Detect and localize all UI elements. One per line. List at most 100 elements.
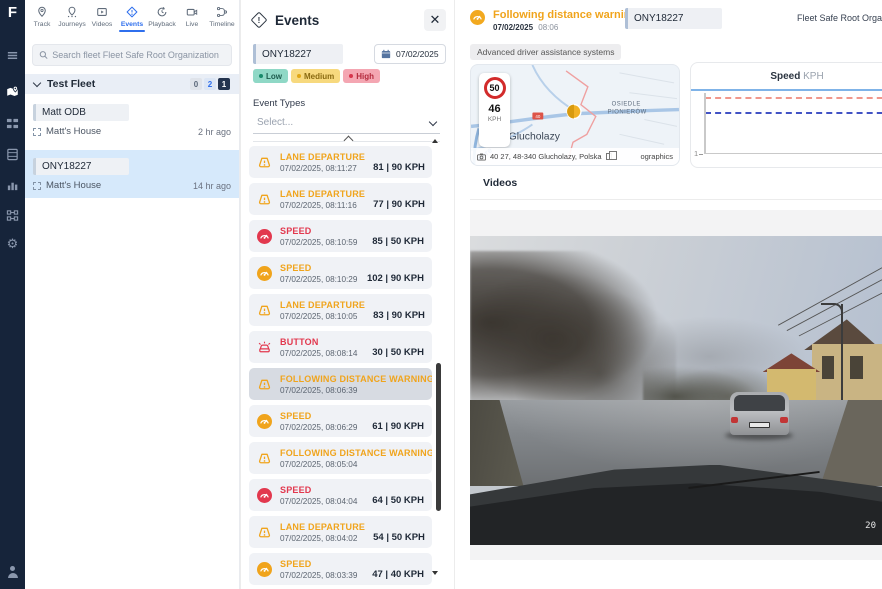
detail-event-datetime: 07/02/2025 08:06 <box>493 23 558 32</box>
events-icon: ! <box>251 12 268 29</box>
tab-events[interactable]: Events <box>117 4 147 32</box>
calendar-icon <box>381 49 391 59</box>
fleet-group-header[interactable]: Test Fleet 021 <box>25 74 239 94</box>
app-root: F ⚙ Track JourneysVideosEventsPlaybackLiv… <box>0 0 882 589</box>
video-player-area[interactable]: 20 <box>470 210 882 560</box>
severity-dot-icon <box>297 74 301 78</box>
speed-chart: Speed KPH 1 <box>690 62 882 168</box>
grid-icon[interactable] <box>6 116 20 130</box>
event-list-item[interactable]: SPEED07/02/2025, 08:03:3947 | 40 KPH <box>249 553 432 585</box>
vehicle-name: Matt ODB <box>33 104 129 121</box>
chevron-down-icon <box>429 117 437 125</box>
menu-icon[interactable] <box>6 48 20 62</box>
gear-icon[interactable]: ⚙ <box>6 236 20 250</box>
event-list-item[interactable]: LANE DEPARTURE07/02/2025, 08:11:1677 | 9… <box>249 183 432 215</box>
geofence-icon <box>33 128 41 136</box>
track-icon <box>36 6 48 20</box>
event-title: LANE DEPARTURE <box>280 522 365 532</box>
vehicle-location: Matt's House <box>46 126 101 137</box>
tab-label: Track <box>34 21 51 28</box>
copy-icon[interactable] <box>606 153 612 160</box>
event-list-item[interactable]: BUTTON 07/02/2025, 08:08:14 30 | 50 KPH <box>249 331 432 363</box>
event-title: SPEED <box>280 485 357 495</box>
event-list-item[interactable]: SPEED07/02/2025, 08:10:29102 | 90 KPH <box>249 257 432 289</box>
event-speed-value: 54 | 50 KPH <box>373 532 425 545</box>
event-datetime: 07/02/2025, 08:08:14 <box>280 349 357 358</box>
event-list-item[interactable]: LANE DEPARTURE07/02/2025, 08:04:0254 | 5… <box>249 516 432 548</box>
speedometer-icon <box>470 10 485 30</box>
event-list-item[interactable]: SPEED07/02/2025, 08:06:2961 | 90 KPH <box>249 405 432 437</box>
event-map[interactable]: 40 Glucholazy OSIEDLE PIONIERÓW here 50 … <box>470 64 680 166</box>
speed-info-box: 50 46 KPH <box>479 73 510 147</box>
tab-track[interactable]: Track <box>27 4 57 32</box>
event-datetime: 07/02/2025, 08:05:04 <box>280 460 432 469</box>
event-speed-value: 102 | 90 KPH <box>367 273 424 286</box>
dashcam-video-frame[interactable]: 20 <box>470 236 882 545</box>
chart-limit-line <box>705 97 882 99</box>
close-icon[interactable]: ✕ <box>424 9 446 31</box>
event-list-item[interactable]: SPEED07/02/2025, 08:10:5985 | 50 KPH <box>249 220 432 252</box>
vehicle-card[interactable]: ONY18227Matt's House14 hr ago <box>25 150 239 198</box>
nodes-icon[interactable] <box>6 208 20 222</box>
current-speed-value: 46 <box>488 103 500 115</box>
event-datetime: 07/02/2025, 08:03:39 <box>280 571 357 580</box>
event-speed-value: 64 | 50 KPH <box>372 495 424 508</box>
playback-icon <box>156 6 168 20</box>
speed-icon <box>257 488 272 503</box>
search-input[interactable] <box>52 50 225 60</box>
tab-timeline[interactable]: Timeline <box>207 4 237 32</box>
tab-label: Journeys <box>58 21 86 28</box>
events-date-picker[interactable]: 07/02/2025 <box>374 44 446 64</box>
search-icon <box>39 50 48 60</box>
severity-pill-low[interactable]: Low <box>253 69 288 83</box>
timeline-icon <box>216 6 228 20</box>
speed-icon <box>257 229 272 244</box>
detail-vehicle-field[interactable]: ONY18227 <box>625 8 722 29</box>
map-nav-icon[interactable] <box>6 84 20 98</box>
tab-journeys[interactable]: Journeys <box>57 4 87 32</box>
journeys-icon <box>66 6 78 20</box>
chart-icon[interactable] <box>6 178 20 192</box>
event-list-item[interactable]: LANE DEPARTURE07/02/2025, 08:11:2781 | 9… <box>249 146 432 178</box>
severity-pill-medium[interactable]: Medium <box>291 69 340 83</box>
event-title: SPEED <box>280 226 357 236</box>
film-icon[interactable] <box>6 147 20 161</box>
live-icon <box>186 6 198 20</box>
severity-label: Low <box>266 72 282 81</box>
events-vehicle-filter[interactable]: ONY18227 <box>253 44 343 64</box>
severity-dot-icon <box>349 74 353 78</box>
event-types-select[interactable]: Select... <box>253 112 440 134</box>
tab-label: Playback <box>148 21 176 28</box>
geofence-icon <box>33 182 41 190</box>
vehicle-card[interactable]: Matt ODBMatt's House2 hr ago <box>25 96 239 144</box>
severity-pill-high[interactable]: High <box>343 69 380 83</box>
map-attribution-text: ographics <box>640 152 673 161</box>
event-list-scrollbar[interactable] <box>436 363 441 511</box>
event-list-item[interactable]: SPEED07/02/2025, 08:04:0464 | 50 KPH <box>249 479 432 511</box>
scroll-down-arrow-icon[interactable] <box>432 571 438 575</box>
event-datetime: 07/02/2025, 08:10:29 <box>280 275 357 284</box>
video-streetlamp <box>841 304 843 400</box>
event-types-placeholder: Select... <box>257 117 293 128</box>
event-title: LANE DEPARTURE <box>280 189 365 199</box>
scroll-up-arrow-icon[interactable] <box>432 139 438 143</box>
event-list-item[interactable]: FOLLOWING DISTANCE WARNING07/02/2025, 08… <box>249 368 432 400</box>
event-title: BUTTON <box>280 337 357 347</box>
tab-videos[interactable]: Videos <box>87 4 117 32</box>
event-speed-value: 30 | 50 KPH <box>372 347 424 360</box>
tab-playback[interactable]: Playback <box>147 4 177 32</box>
event-datetime: 07/02/2025, 08:06:39 <box>280 386 432 395</box>
app-logo[interactable]: F <box>8 5 17 20</box>
video-timestamp: 20 <box>865 521 876 531</box>
speed-unit-label: KPH <box>488 116 501 123</box>
severity-label: Medium <box>304 72 334 81</box>
event-title: LANE DEPARTURE <box>280 300 365 310</box>
event-list-item[interactable]: LANE DEPARTURE07/02/2025, 08:10:0583 | 9… <box>249 294 432 326</box>
user-icon[interactable] <box>6 565 20 579</box>
event-list-item[interactable]: FOLLOWING DISTANCE WARNING07/02/2025, 08… <box>249 442 432 474</box>
tab-live[interactable]: Live <box>177 4 207 32</box>
vehicle-location: Matt's House <box>46 180 101 191</box>
speed-limit-sign: 50 <box>484 77 506 99</box>
events-panel-header: ! Events ✕ <box>253 9 446 31</box>
video-lead-car <box>730 392 790 435</box>
